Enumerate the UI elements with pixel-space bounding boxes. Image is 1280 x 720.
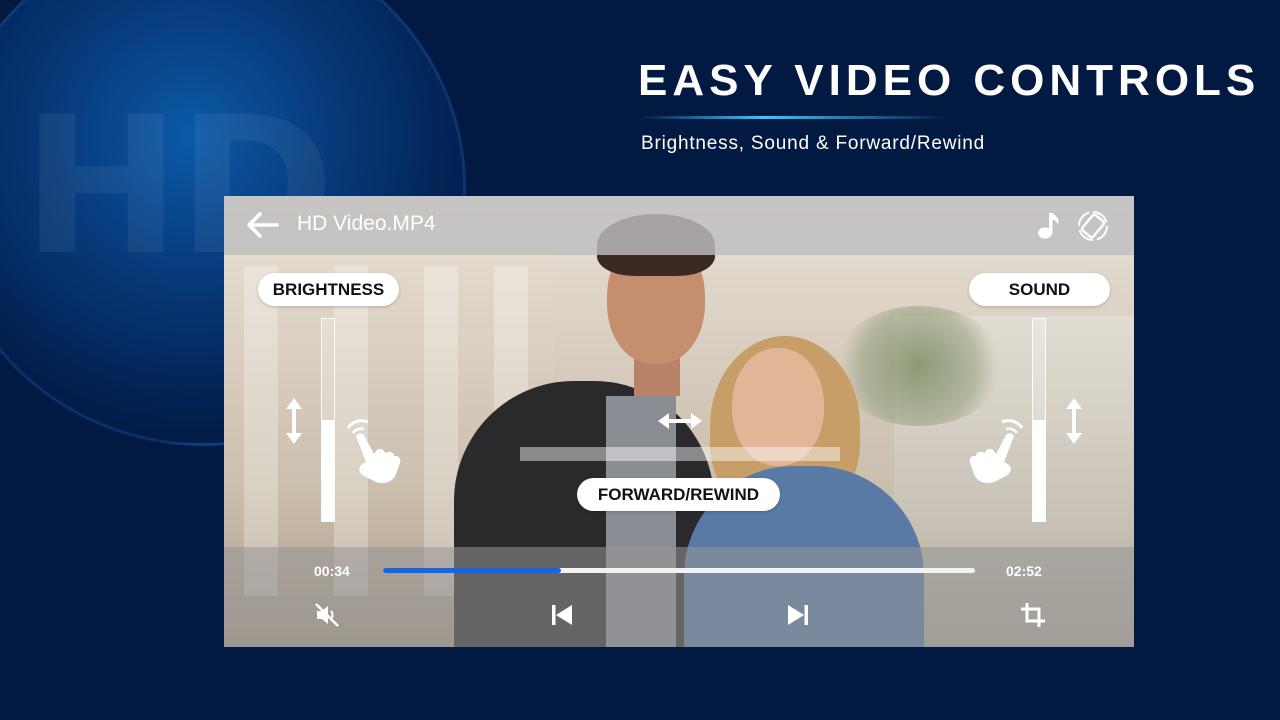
hand-swipe-icon [968, 418, 1026, 486]
sound-slider[interactable] [1032, 318, 1046, 522]
horizontal-swipe-arrow-icon [656, 410, 704, 432]
brightness-label: BRIGHTNESS [258, 273, 399, 306]
hand-swipe-icon [344, 418, 402, 486]
sound-label: SOUND [969, 273, 1110, 306]
seek-bar[interactable] [383, 568, 975, 573]
total-time: 02:52 [1006, 563, 1042, 579]
player-bottom-bar: 00:34 02:52 [224, 547, 1134, 647]
sound-level [1033, 420, 1045, 521]
player-top-bar: HD Video.MP4 [224, 196, 1134, 255]
current-time: 00:34 [314, 563, 350, 579]
previous-icon[interactable] [548, 601, 576, 629]
seek-progress [383, 568, 561, 573]
forward-rewind-label: FORWARD/REWIND [577, 478, 780, 511]
screen-rotation-icon[interactable] [1076, 209, 1110, 243]
vertical-swipe-arrow-icon [1063, 396, 1085, 446]
next-icon[interactable] [784, 601, 812, 629]
crop-icon[interactable] [1019, 601, 1047, 629]
music-note-icon[interactable] [1036, 210, 1062, 240]
video-player[interactable]: HD Video.MP4 BRIGHTNESS SOUND FORWARD/RE… [224, 196, 1134, 647]
headline-underline [640, 116, 950, 119]
brightness-level [322, 420, 334, 521]
mute-icon[interactable] [313, 601, 341, 629]
promo-subheadline: Brightness, Sound & Forward/Rewind [641, 133, 986, 154]
vertical-swipe-arrow-icon [283, 396, 305, 446]
promo-headline: EASY VIDEO CONTROLS [638, 56, 1261, 105]
seek-gesture-track[interactable] [520, 447, 840, 461]
back-arrow-icon[interactable] [246, 210, 280, 240]
brightness-slider[interactable] [321, 318, 335, 522]
video-title: HD Video.MP4 [297, 212, 436, 235]
